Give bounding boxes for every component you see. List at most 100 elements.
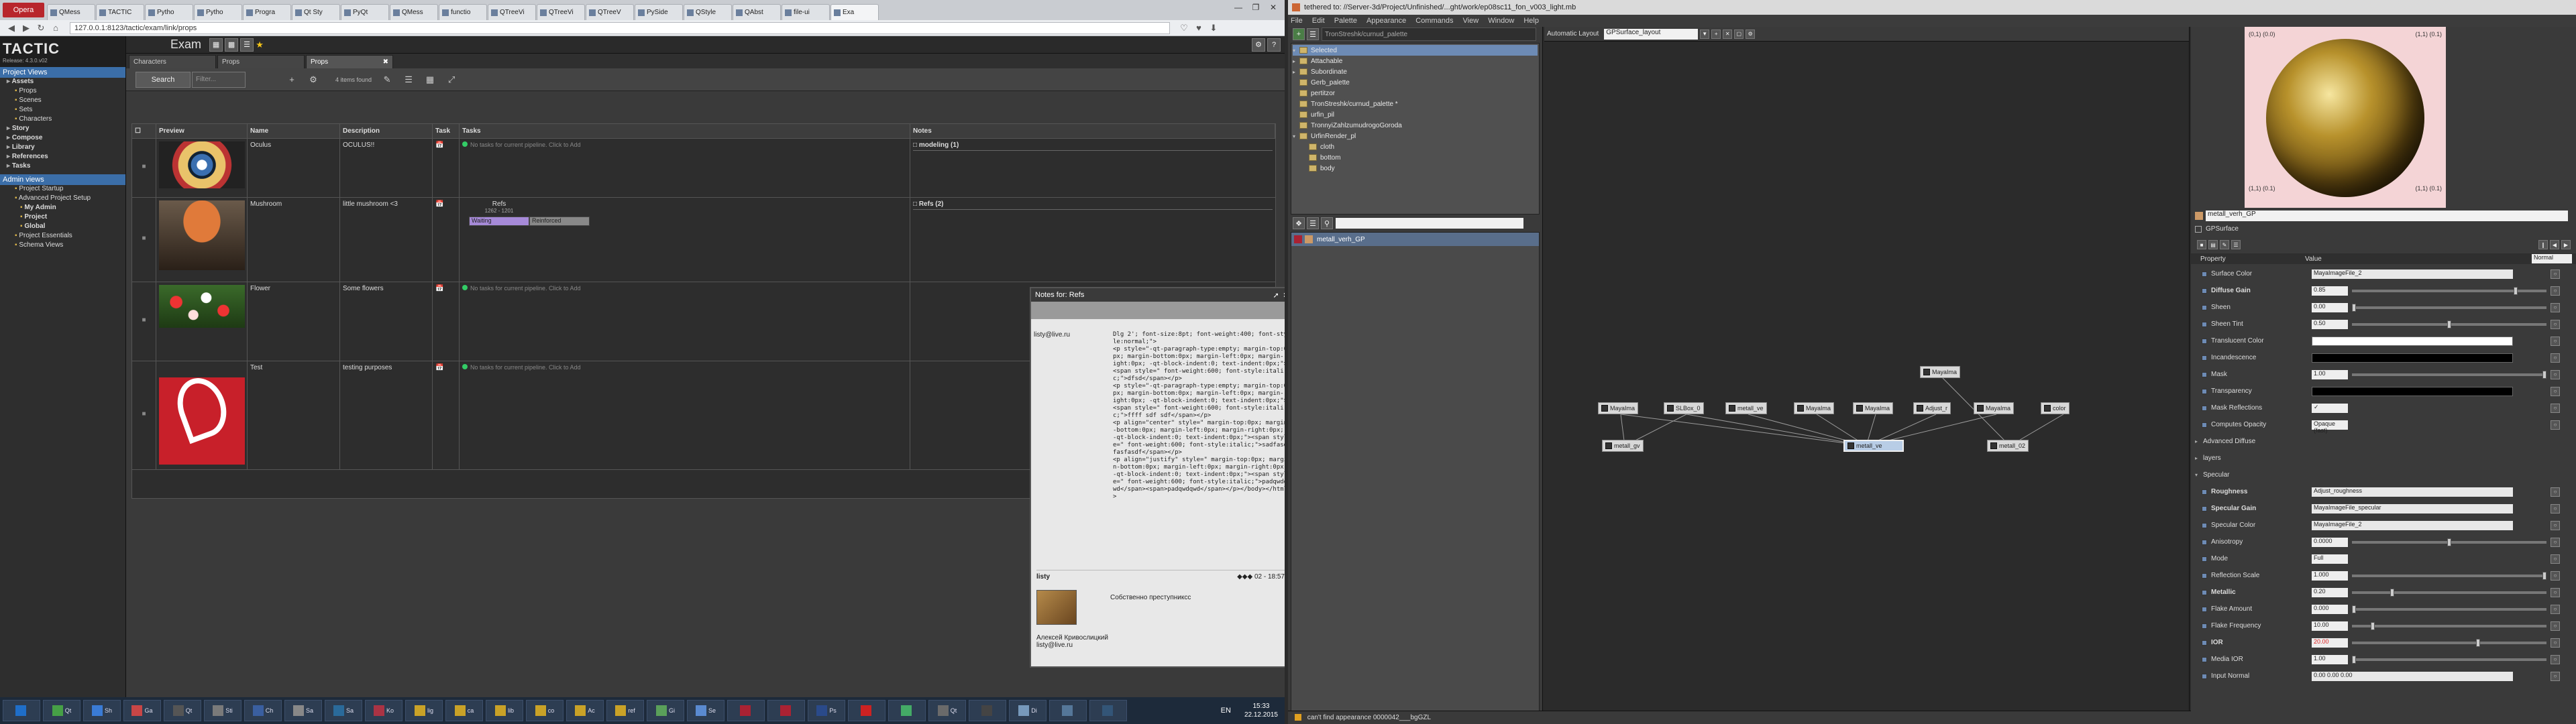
property-value-field[interactable]: 1.00 — [2312, 369, 2348, 379]
taskbar-app[interactable]: Qt — [43, 700, 80, 721]
property-value-field[interactable]: 20.00 — [2312, 638, 2348, 648]
tool-icon-1[interactable]: ■ — [2197, 240, 2206, 249]
browser-tab[interactable]: Exa — [830, 4, 879, 20]
close-tab-icon[interactable]: ✖ — [383, 58, 388, 66]
sidebar-item[interactable]: ▪ Project — [0, 213, 125, 223]
connect-icon[interactable]: ○ — [2551, 386, 2560, 396]
section-specular[interactable]: ▾ Specular — [2191, 467, 2576, 483]
property-value-field[interactable]: MayaImageFile_specular — [2312, 503, 2513, 514]
sidebar-item[interactable]: ▪ Project Startup — [0, 185, 125, 194]
taskbar-app[interactable]: Sh — [83, 700, 121, 721]
calendar-icon[interactable]: 📅 — [435, 364, 443, 371]
calendar-icon[interactable]: 📅 — [435, 141, 443, 149]
columns-icon[interactable]: ☰ — [402, 74, 415, 86]
browser-tab[interactable]: QTreeVi — [488, 4, 536, 20]
property-slider[interactable] — [2352, 571, 2546, 580]
tool-icon-2[interactable]: ▤ — [2208, 240, 2218, 249]
material-item[interactable]: metall_verh_GP — [1291, 233, 1539, 246]
browser-tab[interactable]: file-ui — [782, 4, 830, 20]
prev-icon[interactable]: ◀ — [2550, 240, 2559, 249]
note-header[interactable]: □ Refs (2) — [913, 200, 1273, 210]
taskbar-app[interactable]: Se — [687, 700, 724, 721]
sidebar-item[interactable]: ▸ Assets — [0, 78, 125, 87]
menu-commands[interactable]: Commands — [1415, 17, 1453, 25]
sidebar-item[interactable]: ▪ Schema Views — [0, 241, 125, 251]
property-value-field[interactable]: Adjust_roughness — [2312, 487, 2513, 497]
search-button[interactable]: Search — [136, 71, 191, 88]
col-tasks[interactable]: Tasks — [460, 124, 910, 138]
property-row[interactable]: Input Normal 0.00 0.00 0.00 ○ — [2191, 668, 2576, 684]
slider-handle[interactable] — [2352, 655, 2356, 664]
property-row[interactable]: Translucent Color ○ — [2191, 333, 2576, 349]
palette-tree-item[interactable]: ▸ Subordinate — [1293, 66, 1538, 77]
connect-icon[interactable]: ○ — [2551, 336, 2560, 346]
taskbar-app[interactable] — [969, 700, 1006, 721]
pick-icon[interactable]: ❖ — [1293, 217, 1305, 229]
help-icon[interactable]: ? — [1267, 38, 1281, 52]
sidebar-item[interactable]: ▪ Global — [0, 223, 125, 232]
property-row[interactable]: Mask 1.00 ○ — [2191, 366, 2576, 383]
menu-view[interactable]: View — [1463, 17, 1479, 25]
calendar-icon[interactable]: 📅 — [435, 285, 443, 292]
palette-tree-item[interactable]: TronnyiZahlzumudrogoGoroda — [1293, 120, 1538, 131]
taskbar-app[interactable] — [767, 700, 805, 721]
note-toggle-icon[interactable]: □ — [913, 200, 919, 208]
tool-icon-3[interactable]: ✎ — [2220, 240, 2229, 249]
menu-palette[interactable]: Palette — [1334, 17, 1357, 25]
sidebar-item[interactable]: ▸ Compose — [0, 134, 125, 143]
table-icon[interactable]: ▦ — [424, 74, 436, 86]
taskbar-app[interactable]: Ch — [244, 700, 282, 721]
property-slider[interactable] — [2352, 286, 2546, 295]
edit-icon[interactable]: ✎ — [381, 74, 393, 86]
filter-input[interactable]: Filter... — [192, 71, 246, 88]
palette-tree-item[interactable]: ▾ Selected — [1293, 45, 1538, 56]
search-icon[interactable]: ⚲ — [1321, 217, 1333, 229]
taskbar-app[interactable] — [727, 700, 765, 721]
menu-icon[interactable]: ☰ — [1307, 28, 1319, 40]
sidebar-item[interactable]: ▪ Props — [0, 87, 125, 97]
expand-arrow-icon[interactable]: ▾ — [1293, 133, 1299, 139]
connect-icon[interactable]: ○ — [2551, 420, 2560, 430]
add-task-icon[interactable] — [462, 141, 468, 147]
shader-toggle[interactable] — [2195, 225, 2202, 233]
sidebar-item[interactable]: ▸ References — [0, 153, 125, 162]
browser-tab[interactable]: TACTIC — [96, 4, 144, 20]
property-value-field[interactable]: 0.00 0.00 0.00 — [2312, 671, 2513, 681]
property-value-field[interactable]: 0.0000 — [2312, 537, 2348, 547]
admin-views-header[interactable]: Admin views — [0, 174, 125, 185]
row-checkbox[interactable]: ■ — [132, 282, 156, 361]
property-slider[interactable] — [2352, 655, 2546, 664]
browser-tab[interactable]: PySide — [635, 4, 683, 20]
browser-tab[interactable]: PyQt — [341, 4, 389, 20]
maximize-button[interactable]: ❐ — [1247, 1, 1265, 13]
connect-icon[interactable]: ○ — [2551, 654, 2560, 664]
taskbar-app[interactable] — [888, 700, 926, 721]
taskbar-app[interactable]: Ps — [808, 700, 845, 721]
property-value-field[interactable]: Opaque (fast) — [2312, 420, 2348, 434]
property-value-field[interactable]: 0.20 — [2312, 587, 2348, 597]
menu-window[interactable]: Window — [1488, 17, 1514, 25]
connect-icon[interactable]: ○ — [2551, 604, 2560, 614]
taskbar-app[interactable]: Gi — [647, 700, 684, 721]
browser-tab[interactable]: Pytho — [194, 4, 242, 20]
browser-tab[interactable]: QTreeVi — [537, 4, 585, 20]
connect-icon[interactable]: ○ — [2551, 302, 2560, 312]
thumbnail-image[interactable] — [159, 371, 245, 465]
property-row[interactable]: Mask Reflections ✓ ○ — [2191, 400, 2576, 416]
taskbar-app[interactable]: Sa — [284, 700, 322, 721]
settings-icon[interactable]: ⚙ — [1252, 38, 1265, 52]
expand-arrow-icon[interactable]: ▾ — [1293, 48, 1299, 54]
star-icon[interactable]: ★ — [254, 39, 266, 51]
property-row[interactable]: Roughness Adjust_roughness ○ — [2191, 483, 2576, 500]
slider-handle[interactable] — [2447, 320, 2451, 328]
menu-edit[interactable]: Edit — [1312, 17, 1325, 25]
palette-tree-item[interactable]: ▾ UrfinRender_pl — [1293, 131, 1538, 141]
property-value-field[interactable]: 0.50 — [2312, 319, 2348, 329]
property-row[interactable]: Flake Frequency 10.00 ○ — [2191, 617, 2576, 634]
property-row[interactable]: Sheen 0.00 ○ — [2191, 299, 2576, 316]
sidebar-item[interactable]: ▸ Story — [0, 125, 125, 134]
col-task[interactable]: Task — [433, 124, 460, 138]
color-swatch[interactable] — [2312, 386, 2513, 396]
favorite-icon[interactable]: ♥ — [1193, 22, 1205, 34]
sidebar-item[interactable]: ▪ Project Essentials — [0, 232, 125, 241]
